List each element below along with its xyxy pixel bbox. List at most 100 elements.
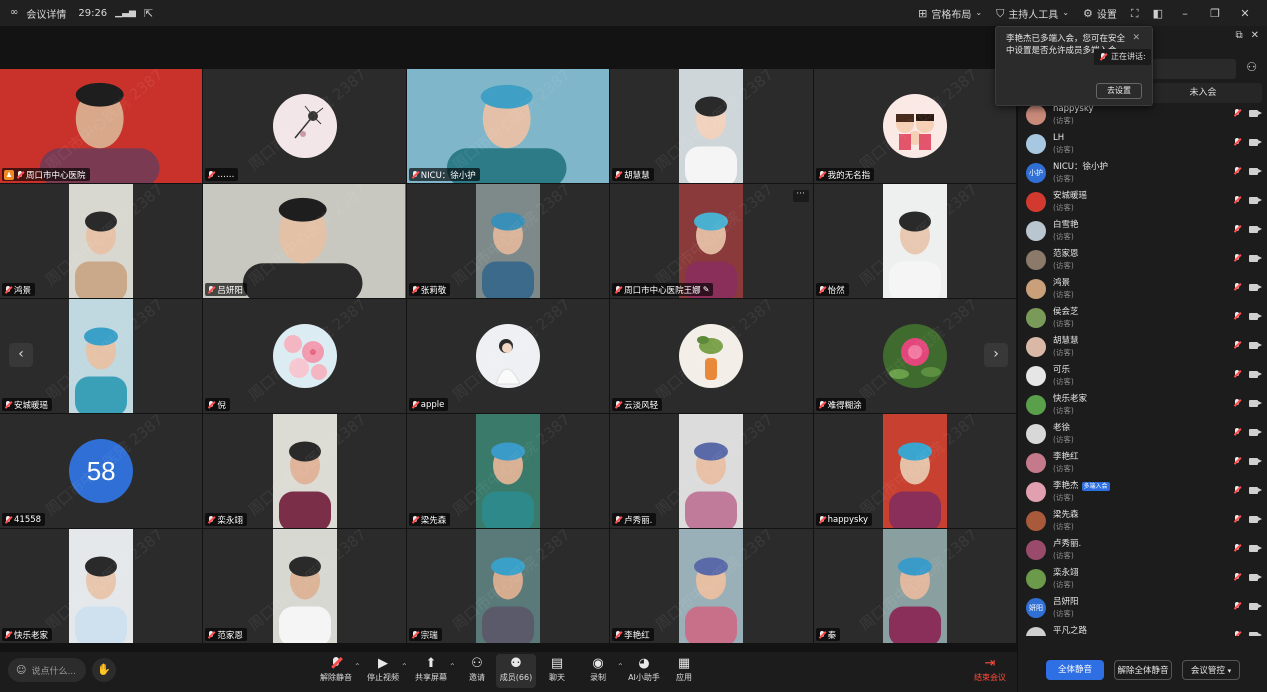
mic-off-icon[interactable] xyxy=(1233,428,1241,436)
mic-off-icon[interactable] xyxy=(1233,341,1241,349)
list-item[interactable]: 范家恩 (访客) xyxy=(1018,245,1267,274)
camera-icon[interactable] xyxy=(1249,254,1262,262)
mic-off-icon[interactable] xyxy=(1233,573,1241,581)
list-item[interactable]: 小护 NICU：徐小护 (访客) xyxy=(1018,158,1267,187)
list-item[interactable]: 侯会芝 (访客) xyxy=(1018,303,1267,332)
list-item[interactable]: 快乐老家 (访客) xyxy=(1018,390,1267,419)
toolbar-record-button[interactable]: ◉ 录制 xyxy=(578,654,618,688)
participant-tile[interactable]: 周口市中心医院 2387apple xyxy=(406,299,611,414)
participant-tile[interactable]: 周口市中心医院 2387NICU：徐小护 xyxy=(406,69,611,184)
list-item[interactable]: 白雪艳 (访客) xyxy=(1018,216,1267,245)
camera-icon[interactable] xyxy=(1249,138,1262,146)
participant-tile[interactable]: 周口市中心医院 2387栾永翊 xyxy=(203,414,407,529)
toolbar-members-button[interactable]: ⚉ 成员(66) xyxy=(496,654,536,688)
chevron-up-icon[interactable]: ⌃ xyxy=(449,662,456,671)
participant-tile[interactable]: 周口市中心医院 2387张莉敬 xyxy=(406,184,611,299)
list-item[interactable]: 梁先森 (访客) xyxy=(1018,506,1267,535)
camera-icon[interactable] xyxy=(1249,196,1262,204)
participant-tile[interactable]: 周口市中心医院 2387…… xyxy=(203,69,407,184)
unmute-all-button[interactable]: 解除全体静音 xyxy=(1114,660,1172,680)
fullscreen-icon[interactable]: ⛶ xyxy=(1131,8,1139,19)
mic-off-icon[interactable] xyxy=(1233,631,1241,636)
camera-icon[interactable] xyxy=(1249,167,1262,175)
list-item[interactable]: 安城暖瑶 (访客) xyxy=(1018,187,1267,216)
sidebar-toggle-icon[interactable]: ◧ xyxy=(1153,8,1163,19)
camera-icon[interactable] xyxy=(1249,283,1262,291)
mic-off-icon[interactable] xyxy=(1233,399,1241,407)
mute-all-button[interactable]: 全体静音 xyxy=(1046,660,1104,680)
participant-tile[interactable]: 周口市中心医院 2387宗瑞 xyxy=(406,529,611,644)
camera-icon[interactable] xyxy=(1249,109,1262,117)
participant-tile[interactable]: 周口市中心医院 2387快乐老家 xyxy=(0,529,204,644)
mic-off-icon[interactable] xyxy=(1233,486,1241,494)
list-item[interactable]: 妍阳 吕妍阳 (访客) xyxy=(1018,593,1267,622)
participant-tile[interactable]: 周口市中心医院 2387胡慧慧 xyxy=(610,69,814,184)
camera-icon[interactable] xyxy=(1249,573,1262,581)
mic-off-icon[interactable] xyxy=(1233,254,1241,262)
mic-off-icon[interactable] xyxy=(1233,544,1241,552)
camera-icon[interactable] xyxy=(1249,341,1262,349)
layout-button[interactable]: ⊞ 宫格布局 ⌄ xyxy=(918,6,982,21)
signal-strength-icon[interactable]: ▁▃▅ xyxy=(115,8,136,18)
toolbar-mic-off-button[interactable]: 解除静音 xyxy=(316,654,356,688)
participant-tile[interactable]: 周口市中心医院 2387倪 xyxy=(203,299,407,414)
list-item[interactable]: 李艳杰 多端入会 (访客) xyxy=(1018,477,1267,506)
camera-icon[interactable] xyxy=(1249,225,1262,233)
minimize-icon[interactable]: – xyxy=(1177,7,1193,20)
list-item[interactable]: 可乐 (访客) xyxy=(1018,361,1267,390)
mic-off-icon[interactable] xyxy=(1233,225,1241,233)
toolbar-share-screen-button[interactable]: ⬆ 共享屏幕 xyxy=(411,654,451,688)
close-icon[interactable]: ✕ xyxy=(1132,33,1140,43)
camera-icon[interactable] xyxy=(1249,370,1262,378)
meeting-control-button[interactable]: 会议管控 ▾ xyxy=(1182,660,1240,680)
restore-icon[interactable]: ❐ xyxy=(1207,7,1223,20)
camera-icon[interactable] xyxy=(1249,602,1262,610)
mic-off-icon[interactable] xyxy=(1233,138,1241,146)
camera-icon[interactable] xyxy=(1249,631,1262,636)
mic-off-icon[interactable] xyxy=(1233,370,1241,378)
chevron-up-icon[interactable]: ⌃ xyxy=(617,662,624,671)
list-item[interactable]: 栾永翊 (访客) xyxy=(1018,564,1267,593)
popout-icon[interactable]: ⧉ xyxy=(1235,30,1242,41)
participant-tile[interactable]: 周口市中心医院 2387秦 xyxy=(813,529,1017,644)
chevron-up-icon[interactable]: ⌃ xyxy=(401,662,408,671)
mic-off-icon[interactable] xyxy=(1233,109,1241,117)
mic-off-icon[interactable] xyxy=(1233,457,1241,465)
panel-close-icon[interactable]: ✕ xyxy=(1251,30,1259,41)
mic-off-icon[interactable] xyxy=(1233,167,1241,175)
previous-page-button[interactable]: ‹ xyxy=(9,343,33,367)
list-item[interactable]: LH (访客) xyxy=(1018,129,1267,158)
end-meeting-button[interactable]: ⇥ 结束会议 xyxy=(968,654,1012,688)
mic-off-icon[interactable] xyxy=(1233,283,1241,291)
participant-tile[interactable]: 周口市中心医院 2387梁先森 xyxy=(406,414,611,529)
toolbar-camera-button[interactable]: ▶ 停止视频 xyxy=(363,654,403,688)
camera-icon[interactable] xyxy=(1249,399,1262,407)
toolbar-invite-button[interactable]: ⚇ 邀请 xyxy=(457,654,497,688)
list-item[interactable]: 李艳红 (访客) xyxy=(1018,448,1267,477)
camera-icon[interactable] xyxy=(1249,428,1262,436)
toolbar-ai-assistant-button[interactable]: ◕ AI小助手 xyxy=(624,654,664,688)
participant-tile[interactable]: 58周口市中心医院 238741558 xyxy=(0,414,204,529)
camera-icon[interactable] xyxy=(1249,457,1262,465)
participant-tile[interactable]: 周口市中心医院 2387怡然 xyxy=(813,184,1017,299)
participant-tile[interactable]: 周口市中心医院 2387云淡风轻 xyxy=(610,299,814,414)
share-out-icon[interactable]: ⇱ xyxy=(144,8,153,19)
list-item[interactable]: 平凡之路(访客) xyxy=(1018,622,1267,636)
mic-off-icon[interactable] xyxy=(1233,196,1241,204)
participant-tile[interactable]: 周口市中心医院 2387卢秀丽. xyxy=(610,414,814,529)
participant-tile[interactable]: 周口市中心医院 2387happysky xyxy=(813,414,1017,529)
camera-icon[interactable] xyxy=(1249,515,1262,523)
participant-tile[interactable]: 周口市中心医院 2387范家恩 xyxy=(203,529,407,644)
mic-off-icon[interactable] xyxy=(1233,312,1241,320)
meeting-details-link[interactable]: 会议详情 xyxy=(26,6,66,21)
list-item[interactable]: 卢秀丽. (访客) xyxy=(1018,535,1267,564)
camera-icon[interactable] xyxy=(1249,486,1262,494)
mic-off-icon[interactable] xyxy=(1233,515,1241,523)
raise-hand-button[interactable]: ✋ xyxy=(92,658,116,682)
next-page-button[interactable]: › xyxy=(984,343,1008,367)
close-icon[interactable]: ✕ xyxy=(1237,7,1253,20)
settings-button[interactable]: ⚙ 设置 xyxy=(1083,6,1117,21)
list-item[interactable]: 老徐 (访客) xyxy=(1018,419,1267,448)
participant-tile[interactable]: 周口市中心医院 2387李艳红 xyxy=(610,529,814,644)
toolbar-apps-button[interactable]: ▦ 应用 xyxy=(664,654,704,688)
